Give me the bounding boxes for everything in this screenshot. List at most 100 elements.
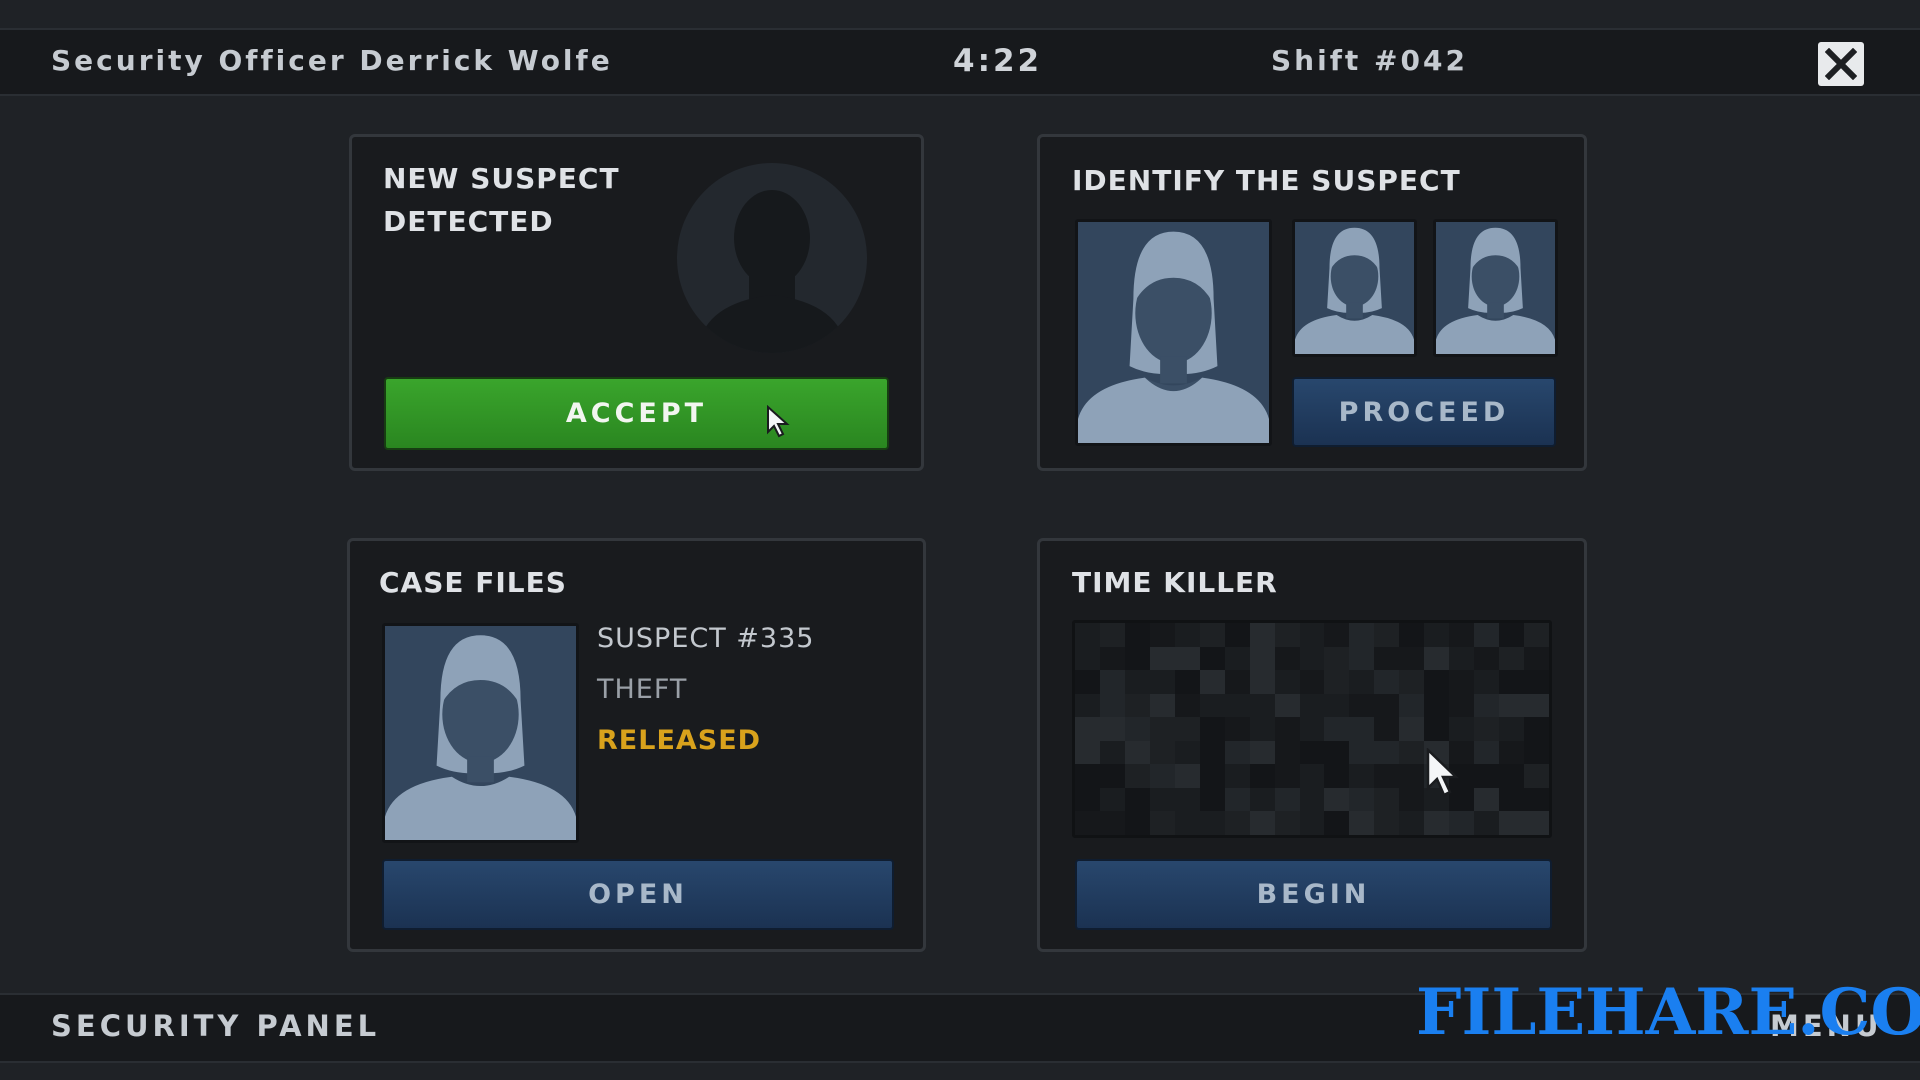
game-pixel [1324, 764, 1350, 788]
game-pixel [1174, 787, 1200, 812]
game-pixel [1424, 811, 1450, 835]
game-pixel [1474, 764, 1500, 788]
game-pixel [1249, 623, 1275, 647]
game-pixel [1299, 787, 1325, 812]
game-pixel [1474, 646, 1500, 671]
game-pixel [1474, 717, 1500, 741]
game-pixel [1124, 670, 1150, 694]
game-pixel [1199, 717, 1225, 741]
game-pixel [1474, 670, 1500, 694]
game-pixel [1449, 646, 1475, 671]
game-pixel [1149, 811, 1175, 835]
game-pixel [1099, 693, 1125, 718]
game-pixel [1524, 740, 1549, 765]
game-pixel [1224, 670, 1250, 694]
game-pixel [1099, 717, 1125, 741]
game-pixel [1124, 787, 1150, 812]
game-pixel [1199, 787, 1225, 812]
game-pixel [1474, 623, 1500, 647]
game-pixel [1399, 670, 1425, 694]
game-pixel [1174, 670, 1200, 694]
game-pixel [1224, 740, 1250, 765]
game-pixel [1349, 787, 1375, 812]
game-pixel [1075, 646, 1100, 671]
game-pixel [1499, 787, 1525, 812]
game-pixel [1449, 811, 1475, 835]
game-pixel [1499, 740, 1525, 765]
proceed-button[interactable]: PROCEED [1292, 377, 1556, 447]
suspect-portrait-main[interactable] [1075, 219, 1272, 446]
game-pixel [1274, 717, 1300, 741]
game-pixel [1374, 717, 1400, 741]
game-pixel [1524, 717, 1549, 741]
female-silhouette-icon [1078, 231, 1269, 443]
game-pixel [1299, 740, 1325, 765]
game-pixel [1374, 787, 1400, 812]
top-bar: Security Officer Derrick Wolfe 4:22 Shif… [0, 28, 1920, 96]
female-silhouette-icon [1436, 227, 1555, 354]
game-pixel [1274, 787, 1300, 812]
game-pixel [1274, 623, 1300, 647]
game-pixel [1449, 717, 1475, 741]
open-case-button[interactable]: OPEN [382, 859, 894, 930]
game-pixel [1324, 646, 1350, 671]
game-pixel [1349, 717, 1375, 741]
game-pixel [1174, 764, 1200, 788]
game-pixel [1075, 764, 1100, 788]
game-pixel [1424, 670, 1450, 694]
game-pixel [1449, 693, 1475, 718]
game-pixel [1149, 623, 1175, 647]
game-pixel [1374, 693, 1400, 718]
accept-button[interactable]: ACCEPT [384, 377, 889, 450]
game-pixel [1524, 787, 1549, 812]
game-pixel [1199, 670, 1225, 694]
close-button[interactable] [1818, 42, 1864, 86]
game-pixel [1474, 693, 1500, 718]
game-pixel [1374, 740, 1400, 765]
game-pixel [1524, 670, 1549, 694]
game-pixel [1299, 764, 1325, 788]
game-pixel [1249, 717, 1275, 741]
begin-label: BEGIN [1256, 879, 1371, 910]
game-pixel [1324, 811, 1350, 835]
game-pixel [1199, 646, 1225, 671]
game-pixel [1374, 811, 1400, 835]
female-silhouette-icon [1295, 227, 1414, 354]
game-pixel [1349, 740, 1375, 765]
time-killer-game-area[interactable] [1072, 620, 1552, 838]
game-pixel [1399, 740, 1425, 765]
game-pixel [1524, 623, 1549, 647]
game-pixel [1249, 764, 1275, 788]
game-pixel [1499, 764, 1525, 788]
suspect-portrait-option-1[interactable] [1292, 219, 1417, 357]
game-pixel [1174, 623, 1200, 647]
suspect-portrait-option-2[interactable] [1433, 219, 1558, 357]
case-crime: THEFT [597, 674, 688, 705]
game-pixel [1075, 670, 1100, 694]
game-pixel [1124, 740, 1150, 765]
game-pixel [1299, 646, 1325, 671]
officer-name: Security Officer Derrick Wolfe [51, 44, 613, 77]
case-status: RELEASED [597, 725, 762, 756]
game-pixel [1374, 670, 1400, 694]
close-icon [1825, 48, 1857, 80]
game-pixel [1474, 740, 1500, 765]
time-killer-title: TIME KILLER [1072, 566, 1278, 599]
proceed-label: PROCEED [1338, 396, 1510, 428]
game-pixel [1149, 670, 1175, 694]
game-pixel [1124, 811, 1150, 835]
game-pixel [1424, 717, 1450, 741]
watermark: FILEHARE.COM [1416, 975, 1920, 1050]
game-pixel [1299, 670, 1325, 694]
game-pixel [1324, 623, 1350, 647]
case-files-panel: CASE FILES SUSPECT #335 THEFT RELEASED O… [347, 538, 926, 952]
game-pixel [1349, 646, 1375, 671]
begin-button[interactable]: BEGIN [1075, 859, 1552, 930]
new-suspect-title-line1: NEW SUSPECT [383, 162, 620, 195]
game-pixel [1374, 646, 1400, 671]
game-pixel [1399, 811, 1425, 835]
game-pixel [1399, 717, 1425, 741]
game-pixel [1299, 693, 1325, 718]
game-pixel [1224, 717, 1250, 741]
game-pixel [1174, 646, 1200, 671]
